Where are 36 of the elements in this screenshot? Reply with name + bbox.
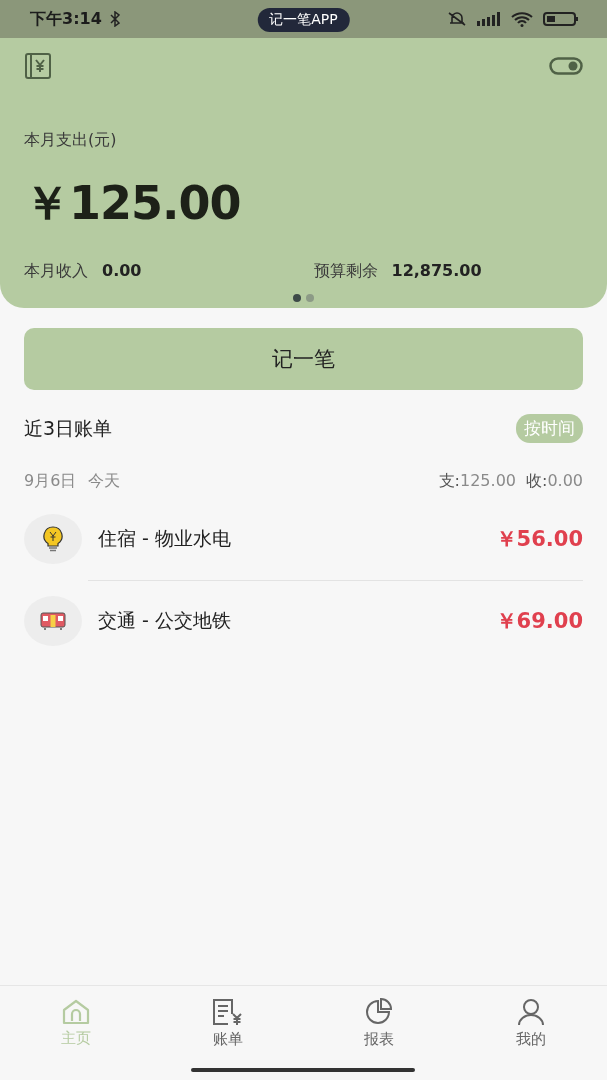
income-value: 0.00 [102,261,142,280]
day-expense: 支:125.00 [438,471,516,492]
tab[interactable]: 报表 [303,986,456,1060]
wifi-icon [511,11,533,27]
budget-value: 12,875.00 [391,261,482,280]
tab[interactable]: 我的 [455,986,607,1060]
day-date: 9月6日 [24,471,77,492]
ledger-icon[interactable] [24,52,52,80]
train-icon [40,611,66,631]
income-label: 本月收入 [24,261,88,282]
expense-label: 本月支出(元) [24,130,117,151]
entry-title: 交通 - 公交地铁 [98,608,231,633]
battery-icon [543,11,579,27]
status-time: 下午3:14 [30,8,102,30]
day-label: 今天 [88,471,121,492]
home-icon [60,998,91,1025]
expense-amount: ￥125.00 [24,175,242,232]
app-pill: 记一笔APP [257,8,350,32]
bluetooth-icon [109,11,120,27]
signal-icon [477,12,501,26]
person-icon [517,997,546,1026]
page-dot[interactable] [293,294,301,302]
page-dot[interactable] [306,294,314,302]
day-income: 收:0.00 [526,471,583,492]
budget-label: 预算剩余 [313,261,378,282]
muted-bell-icon [447,11,467,27]
toggle-icon[interactable] [549,57,583,75]
tab[interactable]: 账单 [151,986,304,1060]
light-bulb-icon [42,526,64,552]
entry-amount: ￥69.00 [495,608,583,635]
entry-amount: ￥56.00 [495,526,583,553]
add-record-button[interactable]: 记一笔 [24,328,583,390]
pie-chart-icon [365,997,394,1026]
bill-icon [211,997,244,1026]
section-title: 近3日账单 [24,415,113,441]
entry-title: 住宿 - 物业水电 [98,526,231,551]
